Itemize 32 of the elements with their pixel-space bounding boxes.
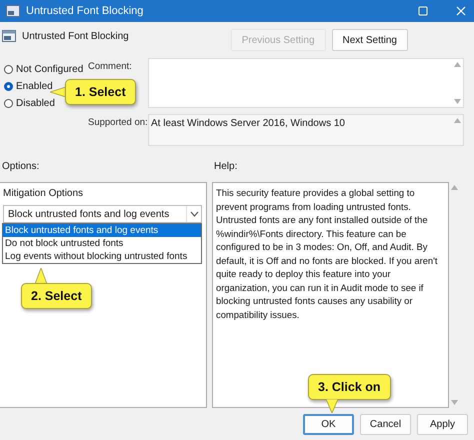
radio-option[interactable]: Disabled [4, 98, 55, 109]
maximize-icon[interactable] [416, 4, 430, 18]
help-label: Help: [214, 160, 238, 172]
options-label: Options: [1, 160, 40, 172]
dropdown-option[interactable]: Log events without blocking untrusted fonts [3, 250, 201, 263]
dialog-button[interactable]: Cancel [360, 414, 411, 434]
supported-on-field: At least Windows Server 2016, Windows 10 [148, 114, 464, 146]
dialog-button[interactable]: Apply [417, 414, 468, 434]
callout-pointer [35, 268, 47, 284]
callout-pointer [326, 399, 338, 413]
comment-label: Comment: [88, 60, 133, 72]
mitigation-dropdown[interactable]: Block untrusted fonts and log events [3, 205, 202, 223]
radio-icon[interactable] [4, 65, 13, 74]
supported-on-label: Supported on: [88, 116, 148, 128]
callout-label: 1. Select [65, 79, 136, 105]
policy-icon [6, 5, 20, 17]
dropdown-option[interactable]: Block untrusted fonts and log events [3, 224, 201, 237]
dropdown-option[interactable]: Do not block untrusted fonts [3, 237, 201, 250]
callout-pointer [50, 87, 66, 97]
close-icon[interactable] [454, 4, 468, 18]
setting-button[interactable]: Next Setting [332, 29, 408, 51]
callout-label: 2. Select [21, 283, 92, 309]
policy-title: Untrusted Font Blocking [22, 30, 130, 42]
dialog-button[interactable]: OK [303, 414, 354, 434]
radio-option[interactable]: Not Configured [4, 64, 84, 75]
callout-label: 3. Click on [308, 374, 391, 400]
radio-option[interactable]: Enabled [4, 81, 53, 92]
radio-icon[interactable] [4, 82, 13, 91]
group-label: Mitigation Options [3, 188, 84, 199]
radio-icon[interactable] [4, 99, 13, 108]
window-title: Untrusted Font Blocking [26, 5, 144, 17]
chevron-down-icon[interactable] [190, 211, 198, 217]
